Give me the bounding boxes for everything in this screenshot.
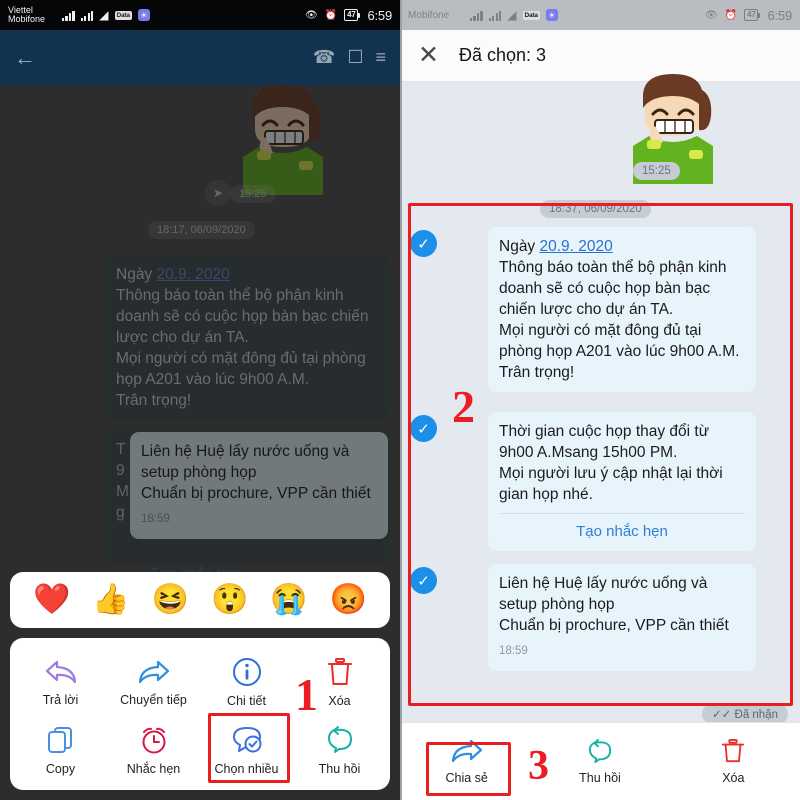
alarm-icon: ⏰ bbox=[324, 9, 338, 21]
carrier-label: Mobifone bbox=[408, 9, 450, 21]
check-circle-icon[interactable]: ✓ bbox=[410, 415, 437, 442]
back-arrow-icon[interactable]: ← bbox=[14, 45, 36, 71]
laughing-emoji[interactable]: 😆 bbox=[152, 585, 189, 615]
multi-select-icon bbox=[232, 726, 261, 752]
annotation-marker-3: 3 bbox=[528, 743, 549, 789]
left-status-bar: Viettel Mobifone ◢ Data ☀ 👁 ⏰ 47 6:59 bbox=[0, 0, 400, 30]
date-link[interactable]: 20.9. 2020 bbox=[540, 238, 613, 255]
alarm-clock-icon bbox=[142, 727, 165, 753]
carrier-label: Viettel Mobifone bbox=[8, 5, 46, 24]
copy-icon bbox=[47, 726, 72, 753]
forward-icon bbox=[138, 660, 169, 683]
list-menu-icon[interactable]: ≡ bbox=[375, 47, 386, 68]
panel-divider bbox=[400, 0, 402, 800]
trash-icon bbox=[327, 657, 352, 685]
action-reply[interactable]: Trả lời bbox=[14, 648, 107, 716]
battery-icon: 47 bbox=[744, 9, 761, 21]
action-label: Nhắc hẹn bbox=[126, 761, 181, 776]
msg-body: Liên hệ Huệ lấy nước uống và setup phòng… bbox=[499, 575, 729, 634]
message-bubble-selected-1[interactable]: Ngày 20.9. 2020 Thông báo toàn thể bộ ph… bbox=[488, 227, 756, 392]
recall-icon bbox=[327, 725, 352, 753]
crying-emoji[interactable]: 😭 bbox=[270, 585, 307, 615]
message-action-sheet: Trả lời Chuyển tiếp Chi tiết Xóa Copy Nh… bbox=[10, 638, 390, 790]
annotation-marker-1: 1 bbox=[295, 669, 318, 720]
action-label: Chuyển tiếp bbox=[120, 692, 187, 707]
data-chip-icon: Data bbox=[114, 10, 132, 20]
message-time: 18:59 bbox=[499, 645, 528, 657]
data-chip-icon: Data bbox=[522, 10, 540, 20]
recall-icon bbox=[588, 738, 612, 764]
msg-body: Thời gian cuộc họp thay đổi từ 9h00 A.Ms… bbox=[499, 423, 723, 503]
wifi-icon: ◢ bbox=[507, 8, 517, 22]
share-forward-icon bbox=[451, 739, 482, 763]
selection-bottom-bar: Chia sẻ Thu hồi Xóa bbox=[400, 722, 800, 800]
message-bubble-selected-3[interactable]: Liên hệ Huệ lấy nước uống và setup phòng… bbox=[488, 564, 756, 671]
signal-bars-icon bbox=[488, 10, 502, 21]
right-status-bar: Mobifone ◢ Data ☀ 👁 ⏰ 47 6:59 bbox=[400, 0, 800, 30]
selection-header: ✕ Đã chọn: 3 bbox=[400, 30, 800, 82]
left-phone-screen: Viettel Mobifone ◢ Data ☀ 👁 ⏰ 47 6:59 ← … bbox=[0, 0, 400, 800]
app-icon: ☀ bbox=[545, 9, 558, 21]
action-label: Copy bbox=[45, 761, 76, 776]
emoji-reaction-bar[interactable]: ❤️ 👍 😆 😲 😭 😡 bbox=[10, 572, 390, 628]
close-x-icon[interactable]: ✕ bbox=[418, 43, 439, 68]
trash-icon bbox=[722, 739, 745, 763]
action-details[interactable]: Chi tiết bbox=[200, 648, 293, 716]
alarm-icon: ⏰ bbox=[724, 9, 738, 21]
signal-bars-icon bbox=[470, 10, 483, 21]
eye-icon: 👁 bbox=[305, 9, 318, 21]
action-label: Xóa bbox=[328, 693, 351, 708]
video-camera-icon[interactable]: ☐ bbox=[347, 47, 363, 68]
bottom-action-recall[interactable]: Thu hồi bbox=[533, 738, 666, 785]
action-select-multiple[interactable]: Chọn nhiều bbox=[200, 716, 293, 784]
sticker-timestamp: 15:25 bbox=[633, 162, 680, 180]
info-circle-icon bbox=[232, 657, 261, 686]
action-copy[interactable]: Copy bbox=[14, 716, 107, 784]
angry-emoji[interactable]: 😡 bbox=[330, 585, 367, 615]
chat-header: ← ☎ ☐ ≡ bbox=[0, 30, 400, 85]
heart-emoji[interactable]: ❤️ bbox=[33, 585, 70, 615]
msg-body: Thông báo toàn thể bộ phận kinh doanh sẽ… bbox=[499, 259, 740, 381]
check-circle-icon[interactable]: ✓ bbox=[410, 567, 437, 594]
double-check-icon: ✓✓ bbox=[712, 709, 732, 721]
surprised-emoji[interactable]: 😲 bbox=[211, 585, 248, 615]
app-icon: ☀ bbox=[137, 9, 150, 21]
thumbs-up-emoji[interactable]: 👍 bbox=[92, 585, 129, 615]
bottom-action-label: Chia sẻ bbox=[445, 771, 488, 785]
check-circle-icon[interactable]: ✓ bbox=[410, 230, 437, 257]
bottom-action-delete[interactable]: Xóa bbox=[667, 738, 800, 785]
action-reminder[interactable]: Nhắc hẹn bbox=[107, 716, 200, 784]
reply-icon bbox=[45, 660, 76, 683]
eye-icon: 👁 bbox=[705, 9, 718, 21]
battery-icon: 47 bbox=[344, 9, 361, 21]
status-clock: 6:59 bbox=[767, 7, 792, 23]
action-label: Trả lời bbox=[42, 692, 79, 707]
status-badge: ✓✓ Đã nhận bbox=[702, 704, 788, 724]
action-recall[interactable]: Thu hồi bbox=[293, 716, 386, 784]
bottom-action-label: Thu hồi bbox=[579, 771, 621, 785]
selection-count-title: Đã chọn: 3 bbox=[458, 45, 547, 65]
right-phone-screen: Mobifone ◢ Data ☀ 👁 ⏰ 47 6:59 ✕ Đã chọn:… bbox=[400, 0, 800, 800]
annotation-marker-2: 2 bbox=[452, 381, 475, 432]
status-clock: 6:59 bbox=[367, 7, 392, 23]
create-reminder-link[interactable]: Tạo nhắc hẹn bbox=[499, 513, 745, 542]
msg-prefix: Ngày bbox=[499, 238, 540, 255]
receipt-label: Đã nhận bbox=[734, 709, 778, 721]
action-label: Thu hồi bbox=[318, 761, 361, 776]
bottom-action-share[interactable]: Chia sẻ bbox=[400, 738, 533, 785]
date-divider: 18:37, 06/09/2020 bbox=[540, 200, 651, 218]
action-label: Chi tiết bbox=[227, 693, 266, 708]
action-forward[interactable]: Chuyển tiếp bbox=[107, 648, 200, 716]
wifi-icon: ◢ bbox=[99, 8, 109, 22]
phone-icon[interactable]: ☎ bbox=[313, 47, 335, 68]
message-bubble-selected-2[interactable]: Thời gian cuộc họp thay đổi từ 9h00 A.Ms… bbox=[488, 412, 756, 551]
signal-bars-icon bbox=[80, 10, 94, 21]
signal-bars-icon bbox=[62, 10, 75, 21]
action-label: Chọn nhiều bbox=[214, 761, 279, 776]
bottom-action-label: Xóa bbox=[722, 771, 745, 785]
